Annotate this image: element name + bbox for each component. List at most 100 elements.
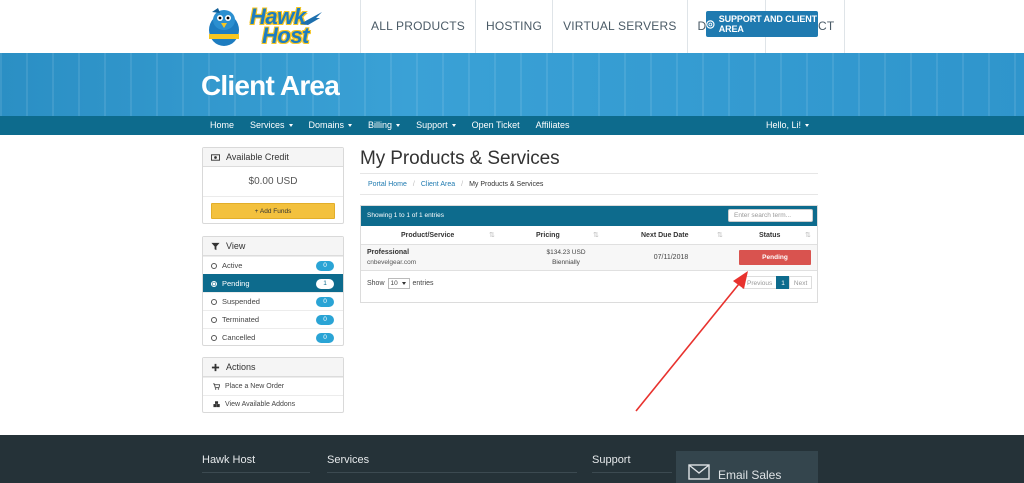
subnav-item-label: Support: [416, 120, 448, 130]
count-badge: 1: [316, 279, 334, 289]
nav-all-products[interactable]: ALL PRODUCTS: [360, 0, 475, 53]
breadcrumb-portal-home[interactable]: Portal Home: [368, 181, 407, 188]
subnav-item-home[interactable]: Home: [202, 116, 242, 135]
client-subnav: Home Services Domains Billing Support Open Ti…: [0, 116, 1024, 135]
logo-text-host: Host: [262, 23, 309, 48]
nav-virtual-servers[interactable]: VIRTUAL SERVERS: [552, 0, 686, 53]
breadcrumb-separator: /: [461, 180, 464, 188]
view-filter-label: Terminated: [222, 315, 260, 324]
filter-icon: [211, 242, 220, 250]
footer-divider: [202, 472, 310, 473]
add-funds-wrap: + Add Funds: [203, 197, 343, 225]
radio-icon: [211, 262, 217, 269]
pagination-next[interactable]: Next: [788, 276, 813, 289]
hero-banner: Client Area: [0, 53, 1024, 116]
nav-hosting[interactable]: HOSTING: [474, 0, 552, 53]
radio-icon: [211, 280, 217, 287]
column-header-due-date[interactable]: Next Due Date: [641, 226, 688, 245]
subnav-item-label: Home: [210, 120, 235, 130]
plus-icon: [211, 363, 220, 371]
chevron-down-icon: [288, 124, 293, 128]
show-label: Show: [367, 280, 385, 287]
footer-divider: [592, 472, 672, 473]
view-filter-cancelled[interactable]: Cancelled 0: [203, 328, 343, 346]
entries-length-select[interactable]: 10: [387, 278, 410, 289]
support-button-label: SUPPORT AND CLIENT AREA: [718, 14, 818, 34]
count-badge: 0: [316, 297, 334, 307]
table-length-control: Show 10 entries: [367, 278, 434, 289]
column-header-product[interactable]: Product/Service: [401, 226, 454, 245]
view-filter-panel: View Active 0 Pending 1 Suspended 0 Terminated…: [202, 236, 344, 346]
subnav-item-billing[interactable]: Billing: [360, 116, 408, 135]
chevron-down-icon: [396, 124, 401, 128]
radio-icon: [211, 298, 217, 305]
footer-heading-services: Services: [327, 454, 370, 466]
panel-title: Available Credit: [226, 152, 289, 162]
action-label: Place a New Order: [225, 383, 285, 390]
page-heading: Client Area: [201, 70, 340, 101]
product-domain: cnbevelgear.com: [367, 259, 417, 266]
logo-wing-icon: [300, 12, 322, 25]
count-badge: 0: [316, 261, 334, 271]
sort-icon[interactable]: ⇅: [489, 231, 495, 239]
radio-icon: [211, 316, 217, 323]
column-header-status[interactable]: Status: [759, 226, 780, 245]
view-filter-list: Active 0 Pending 1 Suspended 0 Terminated 0 Canc…: [203, 256, 343, 346]
status-badge: Pending: [739, 250, 811, 265]
money-icon: [211, 153, 220, 161]
breadcrumb: Portal Home / Client Area / My Products …: [360, 173, 818, 195]
subnav-item-support[interactable]: Support: [408, 116, 464, 135]
chevron-down-icon: [348, 124, 353, 128]
panel-header: Actions: [203, 358, 343, 377]
support-client-area-button[interactable]: SUPPORT AND CLIENT AREA: [706, 11, 818, 37]
subnav-item-label: Billing: [368, 120, 393, 130]
user-menu[interactable]: Hello, Li!: [766, 116, 810, 135]
entries-label: entries: [412, 280, 434, 287]
view-filter-label: Pending: [222, 279, 250, 288]
available-credit-panel: Available Credit $0.00 USD + Add Funds: [202, 147, 344, 224]
pagination-page[interactable]: 1: [776, 276, 790, 289]
sort-icon[interactable]: ⇅: [717, 231, 723, 239]
actions-panel: Actions Place a New Order View Available…: [202, 357, 344, 413]
hawk-host-logo[interactable]: Hawk Host: [200, 2, 322, 50]
chevron-down-icon: [805, 124, 810, 128]
hero-background-pattern: [0, 53, 1024, 116]
subnav-item-open-ticket[interactable]: Open Ticket: [464, 116, 528, 135]
lifebuoy-icon: [706, 19, 715, 29]
breadcrumb-client-area[interactable]: Client Area: [421, 181, 455, 188]
column-header-pricing[interactable]: Pricing: [536, 226, 560, 245]
footer-heading-support: Support: [592, 454, 631, 466]
billing-cycle: Biennially: [552, 259, 580, 266]
table-search-input[interactable]: Enter search term...: [728, 209, 813, 222]
view-filter-suspended[interactable]: Suspended 0: [203, 292, 343, 310]
place-new-order-link[interactable]: Place a New Order: [203, 377, 343, 395]
envelope-icon: [688, 464, 710, 480]
sort-icon[interactable]: ⇅: [805, 231, 811, 239]
count-badge: 0: [316, 315, 334, 325]
view-filter-terminated[interactable]: Terminated 0: [203, 310, 343, 328]
add-funds-button[interactable]: + Add Funds: [211, 203, 335, 219]
sort-icon[interactable]: ⇅: [593, 231, 599, 239]
chevron-down-icon: [451, 124, 456, 128]
table-info: Showing 1 to 1 of 1 entries: [367, 212, 444, 219]
subnav-item-affiliates[interactable]: Affiliates: [528, 116, 578, 135]
email-sales-button[interactable]: Email Sales: [676, 451, 818, 483]
radio-icon: [211, 334, 217, 341]
view-addons-link[interactable]: View Available Addons: [203, 395, 343, 413]
page-title: My Products & Services: [360, 148, 560, 169]
table-header: Product/Service ⇅ Pricing ⇅ Next Due Dat…: [361, 226, 817, 245]
cubes-icon: [213, 401, 220, 408]
panel-header: View: [203, 237, 343, 256]
subnav-item-services[interactable]: Services: [242, 116, 301, 135]
footer-divider: [327, 472, 577, 473]
view-filter-active[interactable]: Active 0: [203, 256, 343, 274]
subnav-item-label: Domains: [308, 120, 345, 130]
subnav-item-label: Open Ticket: [471, 120, 520, 130]
product-name: Professional: [367, 249, 410, 256]
subnav-item-domains[interactable]: Domains: [301, 116, 361, 135]
panel-header: Available Credit: [203, 148, 343, 167]
view-filter-pending[interactable]: Pending 1: [203, 274, 343, 292]
breadcrumb-current: My Products & Services: [469, 180, 544, 188]
view-filter-label: Suspended: [222, 297, 260, 306]
action-label: View Available Addons: [225, 401, 296, 408]
